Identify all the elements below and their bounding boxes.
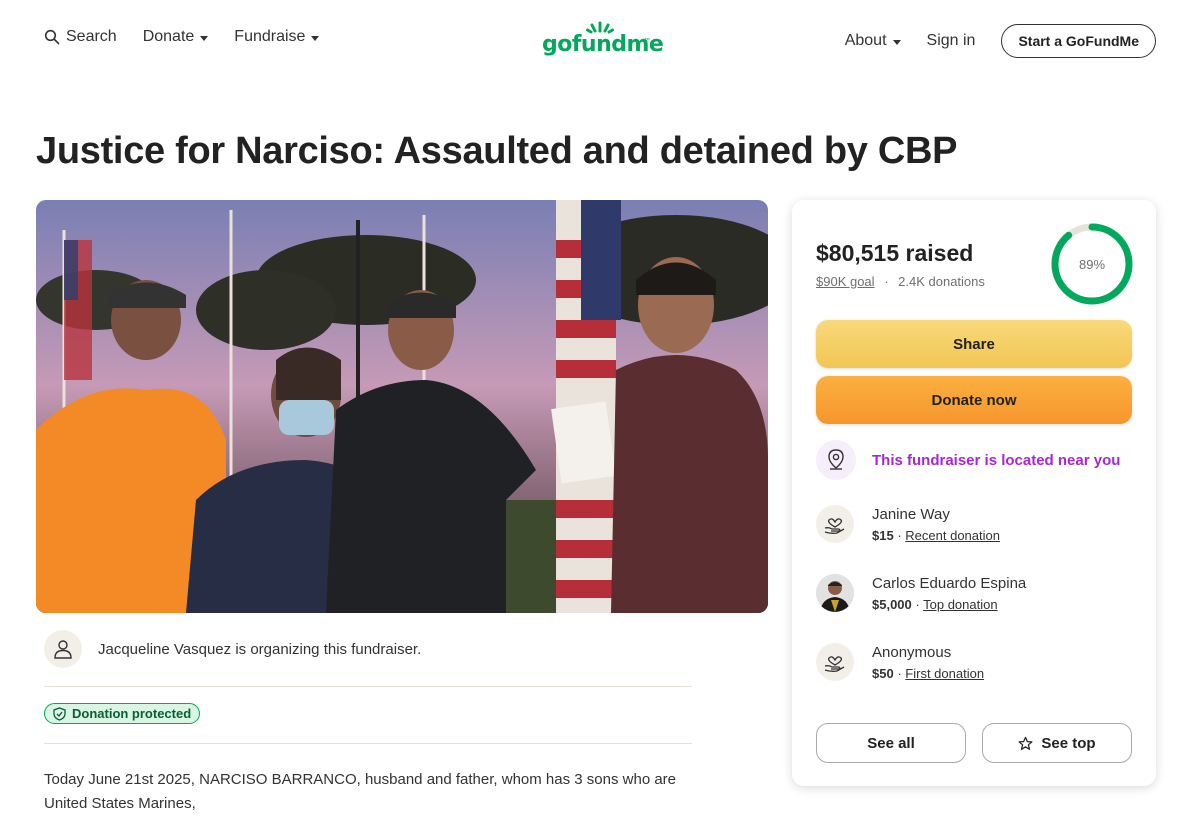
donor-name: Anonymous xyxy=(872,643,952,661)
nearby-label: This fundraiser is located near you xyxy=(872,451,1121,469)
separator: · xyxy=(897,527,902,543)
donation-protected-label: Donation protected xyxy=(72,706,192,721)
organizer-row: Jacqueline Vasquez is organizing this fu… xyxy=(44,630,421,668)
location-badge xyxy=(816,440,856,480)
goal-link[interactable]: $90K goal xyxy=(816,274,875,289)
progress-ring: 89% xyxy=(1050,222,1134,306)
nearby-notice[interactable]: This fundraiser is located near you xyxy=(816,440,1120,480)
goal-summary: $90K goal · 2.4K donations xyxy=(816,274,985,289)
fundraiser-photo[interactable] xyxy=(36,200,768,613)
donor-meta: $50 · First donation xyxy=(872,666,984,681)
donation-card: $80,515 raised $90K goal · 2.4K donation… xyxy=(792,200,1156,786)
organizer-text: Jacqueline Vasquez is organizing this fu… xyxy=(98,640,422,658)
top-navigation: Search Donate Fundraise gofundme ™ About xyxy=(0,0,1200,80)
sign-in-link[interactable]: Sign in xyxy=(927,32,976,50)
donor-amount: $50 xyxy=(872,665,894,681)
donor-item: Anonymous $50 · First donation xyxy=(816,643,984,681)
story-text: Today June 21st 2025, NARCISO BARRANCO, … xyxy=(44,771,677,812)
donor-item: Carlos Eduardo Espina $5,000 · Top donat… xyxy=(816,574,1026,612)
donor-meta: $15 · Recent donation xyxy=(872,528,1000,543)
fundraise-menu-label: Fundraise xyxy=(234,28,306,45)
organizer-avatar[interactable] xyxy=(44,630,82,668)
location-pin-icon xyxy=(828,449,844,470)
heart-hand-icon xyxy=(824,656,845,672)
separator: · xyxy=(884,274,889,289)
fundraise-menu[interactable]: Fundraise xyxy=(234,28,320,46)
logo-trademark: ™ xyxy=(644,38,650,44)
heart-hand-icon xyxy=(824,518,845,534)
chevron-down-icon xyxy=(200,35,209,41)
person-icon xyxy=(54,640,72,659)
share-button[interactable]: Share xyxy=(816,320,1132,368)
donor-details: Carlos Eduardo Espina $5,000 · Top donat… xyxy=(872,575,1026,612)
separator: · xyxy=(915,596,920,612)
donor-name: Carlos Eduardo Espina xyxy=(872,574,1027,592)
chevron-down-icon xyxy=(311,35,320,41)
fundraiser-photo-image xyxy=(36,200,768,613)
donation-protected-badge[interactable]: Donation protected xyxy=(44,703,201,724)
nav-right-group: About Sign in Start a GoFundMe xyxy=(845,24,1156,58)
donor-meta: $5,000 · Top donation xyxy=(872,597,1026,612)
donor-item: Janine Way $15 · Recent donation xyxy=(816,505,1000,543)
see-all-label: See all xyxy=(867,734,915,752)
donor-avatar xyxy=(816,505,854,543)
page-title: Justice for Narciso: Assaulted and detai… xyxy=(36,130,958,172)
donate-menu-label: Donate xyxy=(142,28,195,45)
start-gofundme-button[interactable]: Start a GoFundMe xyxy=(1001,24,1156,58)
see-all-button[interactable]: See all xyxy=(816,723,966,763)
first-donation-link[interactable]: First donation xyxy=(905,666,984,681)
donate-menu[interactable]: Donate xyxy=(143,28,209,46)
chevron-down-icon xyxy=(892,39,901,45)
donate-now-button[interactable]: Donate now xyxy=(816,376,1132,424)
gofundme-logo[interactable]: gofundme ™ xyxy=(542,20,664,60)
donor-avatar xyxy=(816,574,854,612)
about-menu[interactable]: About xyxy=(845,32,901,50)
divider xyxy=(44,686,692,687)
donor-photo xyxy=(816,574,854,612)
donation-count: 2.4K donations xyxy=(898,274,985,289)
divider xyxy=(44,743,692,744)
separator: · xyxy=(897,665,902,681)
nav-left-group: Search Donate Fundraise xyxy=(44,28,320,46)
donor-name: Janine Way xyxy=(872,505,950,523)
sign-in-label: Sign in xyxy=(926,32,976,49)
donor-amount: $5,000 xyxy=(872,596,912,612)
amount-raised: $80,515 raised xyxy=(816,240,974,266)
donor-details: Anonymous $50 · First donation xyxy=(872,644,984,681)
see-top-button[interactable]: See top xyxy=(982,723,1132,763)
see-top-label: See top xyxy=(1041,734,1096,752)
donor-avatar xyxy=(816,643,854,681)
search-label: Search xyxy=(66,28,117,45)
recent-donation-link[interactable]: Recent donation xyxy=(905,528,1000,543)
search-link[interactable]: Search xyxy=(44,28,117,46)
logo-text: gofundme xyxy=(542,32,664,57)
top-donation-link[interactable]: Top donation xyxy=(923,597,997,612)
about-menu-label: About xyxy=(844,32,887,49)
shield-icon xyxy=(53,706,66,721)
star-icon xyxy=(1018,736,1033,750)
donor-amount: $15 xyxy=(872,527,894,543)
donor-details: Janine Way $15 · Recent donation xyxy=(872,506,1000,543)
search-icon xyxy=(44,29,60,45)
progress-percent: 89% xyxy=(1078,256,1106,272)
